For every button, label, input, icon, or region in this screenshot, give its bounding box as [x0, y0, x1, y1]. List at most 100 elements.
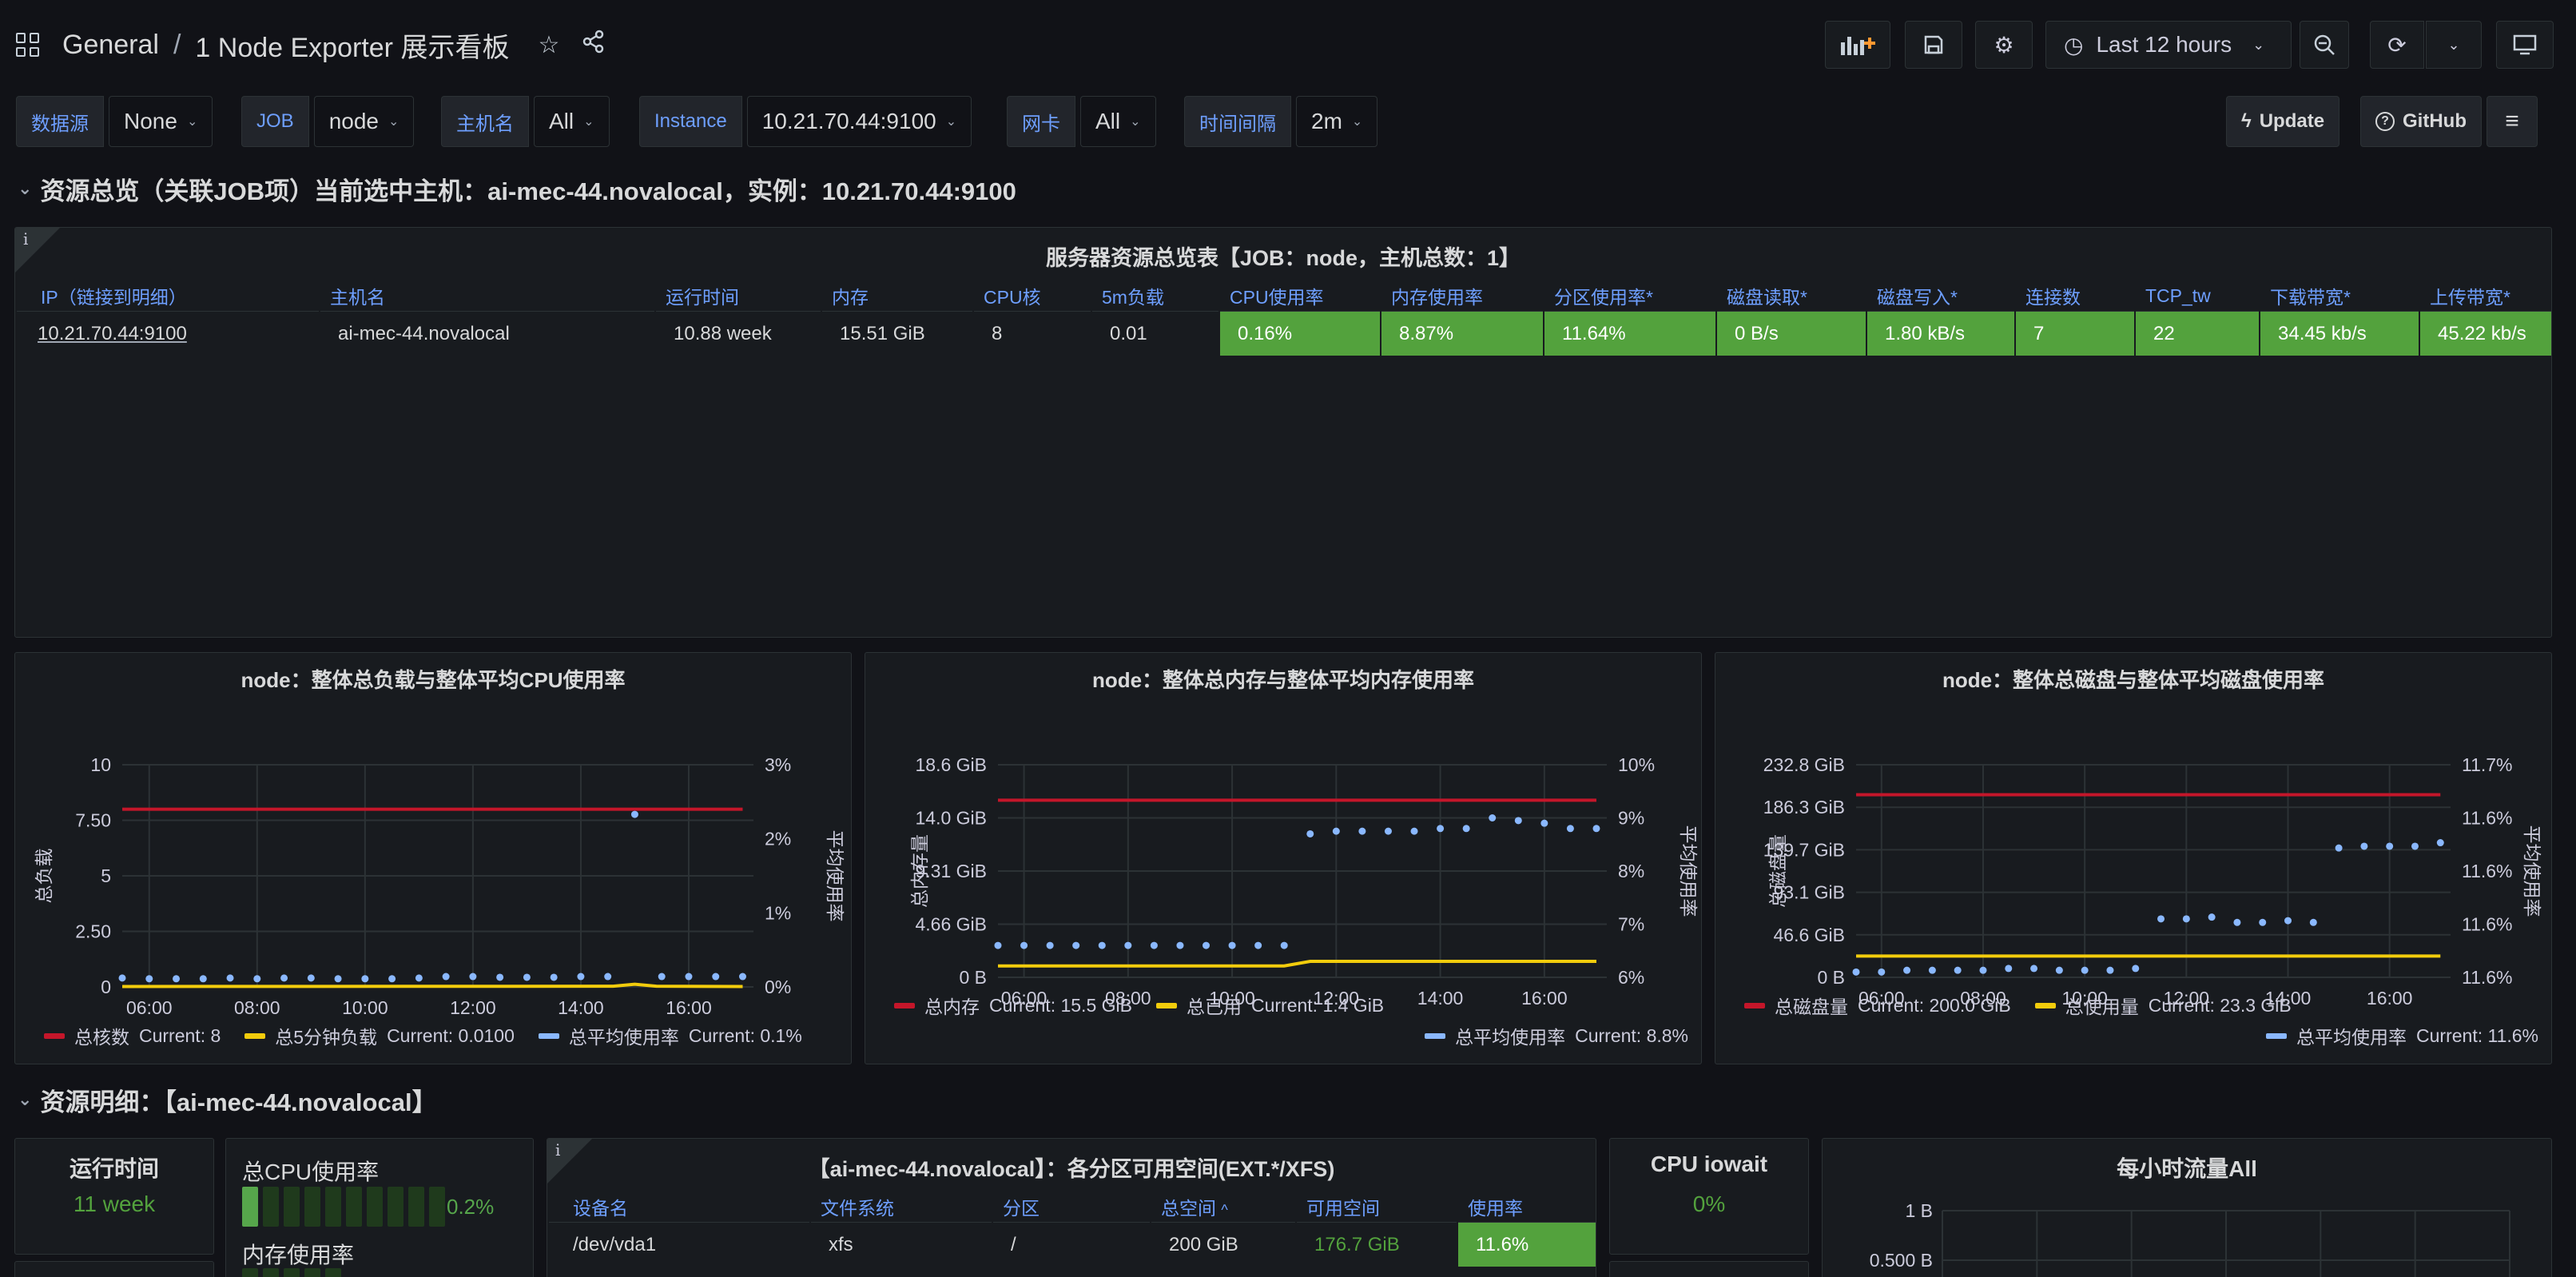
- bolt-icon: ϟ: [2241, 110, 2252, 132]
- row-header-overview[interactable]: ⌄ 资源总览（关联JOB项）当前选中主机：ai-mec-44.novalocal…: [18, 171, 1016, 206]
- column-header[interactable]: 可用空间: [1297, 1191, 1457, 1222]
- column-header[interactable]: 5m负载: [1092, 280, 1218, 311]
- table-cell: 11.6%: [1458, 1222, 1596, 1267]
- series-point: [2259, 918, 2267, 926]
- links-menu-button[interactable]: ≡: [2487, 96, 2538, 147]
- share-icon[interactable]: [582, 30, 606, 60]
- load-cpu-chart[interactable]: 0 2.50 5 7.50 10 0% 1% 2% 3% 06:00 08:00 10:00 12:00…: [15, 685, 852, 1052]
- series-point: [523, 973, 531, 981]
- variable-select[interactable]: None ⌄: [109, 96, 213, 147]
- load-cpu-chart-panel: node：整体总负载与整体平均CPU使用率 0 2.50 5 7.50 10 0% 1% 2%…: [14, 652, 852, 1064]
- save-dashboard-button[interactable]: [1905, 21, 1962, 69]
- column-header[interactable]: 磁盘读取*: [1717, 280, 1866, 311]
- column-header[interactable]: 连接数: [2016, 280, 2134, 311]
- dashboard-title[interactable]: 1 Node Exporter 展示看板: [195, 26, 509, 65]
- y-right-tick-label: 11.6%: [2462, 914, 2513, 935]
- legend-item[interactable]: 总内存 Current: 15.5 GiB: [894, 992, 1132, 1019]
- gauge-segment: [304, 1187, 320, 1227]
- series-point: [118, 974, 126, 982]
- variable-instance: Instance 10.21.70.44:9100 ⌄: [639, 96, 972, 147]
- y-right-tick-label: 3%: [765, 754, 791, 775]
- add-panel-button[interactable]: [1825, 21, 1890, 69]
- column-header[interactable]: 上传带宽*: [2420, 280, 2551, 311]
- variable-select[interactable]: node ⌄: [313, 96, 415, 147]
- column-header[interactable]: 主机名: [320, 280, 654, 311]
- table-cell: 22: [2136, 311, 2259, 356]
- column-header[interactable]: 文件系统: [811, 1191, 992, 1222]
- series-point: [2106, 966, 2114, 974]
- variable-select[interactable]: All ⌄: [534, 96, 610, 147]
- legend-item[interactable]: 总磁盘量 Current: 200.0 GiB: [1744, 992, 2011, 1019]
- column-header[interactable]: 内存使用率: [1381, 280, 1543, 311]
- variable-interval: 时间间隔 2m ⌄: [1184, 96, 1378, 147]
- chevron-down-icon: ⌄: [388, 115, 400, 129]
- legend-item[interactable]: 总5分钟负载 Current: 0.0100: [244, 1022, 515, 1049]
- column-header[interactable]: CPU使用率: [1220, 280, 1380, 311]
- host-detail-link[interactable]: 10.21.70.44:9100: [17, 311, 319, 356]
- help-circle-icon: ?: [2375, 112, 2395, 131]
- column-header[interactable]: IP（链接到明细）: [17, 280, 319, 311]
- table-cell: 8: [974, 311, 1091, 356]
- star-icon[interactable]: ☆: [538, 31, 559, 59]
- column-header[interactable]: CPU核: [974, 280, 1091, 311]
- breadcrumb-folder[interactable]: General: [62, 30, 159, 61]
- settings-button[interactable]: ⚙: [1975, 21, 2033, 69]
- chevron-down-icon: ⌄: [18, 178, 33, 198]
- series-point: [388, 975, 396, 983]
- row-header-detail[interactable]: ⌄ 资源明细：【ai-mec-44.novalocal】: [18, 1082, 437, 1117]
- series-point: [1306, 829, 1314, 837]
- memory-chart[interactable]: 0 B4.66 GiB9.31 GiB14.0 GiB18.6 GiB6%7%8…: [865, 685, 1702, 1020]
- column-header[interactable]: 总空间 ^: [1151, 1191, 1295, 1222]
- column-header[interactable]: 下载带宽*: [2260, 280, 2419, 311]
- chevron-down-icon: ⌄: [18, 1089, 33, 1109]
- series-point: [334, 975, 342, 983]
- legend-item[interactable]: 总平均使用率 Current: 0.1%: [538, 1022, 802, 1049]
- bar-chart-add-icon: [1841, 37, 1875, 55]
- tv-mode-button[interactable]: [2496, 21, 2554, 69]
- variable-label: JOB: [241, 96, 309, 147]
- variable-select[interactable]: 2m ⌄: [1296, 96, 1378, 147]
- y-tick-label: 0 B: [959, 967, 987, 988]
- legend-item[interactable]: 总核数 Current: 8: [44, 1022, 221, 1049]
- column-header[interactable]: 磁盘写入*: [1867, 280, 2014, 311]
- update-link[interactable]: ϟ Update: [2226, 96, 2340, 147]
- variable-select[interactable]: 10.21.70.44:9100 ⌄: [746, 96, 972, 147]
- series-line-1: [121, 982, 743, 989]
- legend-item[interactable]: 总使用量 Current: 23.3 GiB: [2034, 992, 2292, 1019]
- y-tick-label: 5: [101, 865, 111, 886]
- series-point: [1203, 941, 1210, 949]
- column-header[interactable]: 运行时间: [656, 280, 821, 311]
- chevron-down-icon: ⌄: [186, 115, 198, 129]
- y-axis-label: 总磁盘量: [1767, 834, 1788, 908]
- y-right-tick-label: 11.6%: [2462, 861, 2513, 881]
- hourly-traffic-chart[interactable]: 1 B 0.500 B: [1823, 1195, 2552, 1277]
- column-header[interactable]: 分区使用率*: [1544, 280, 1715, 311]
- legend-item[interactable]: 总已用 Current: 1.4 GiB: [1155, 992, 1384, 1019]
- column-header[interactable]: 内存: [822, 280, 972, 311]
- zoom-out-button[interactable]: [2300, 21, 2349, 69]
- variable-datasource: 数据源 None ⌄: [16, 96, 213, 147]
- y-tick-label: 14.0 GiB: [916, 808, 988, 829]
- top-navbar: General / 1 Node Exporter 展示看板 ☆ ⚙ ◷ Las…: [0, 0, 2576, 90]
- panel-title: 服务器资源总览表【JOB：node，主机总数：1】: [1045, 246, 1521, 270]
- series-point: [2284, 917, 2292, 925]
- variable-select[interactable]: All ⌄: [1080, 96, 1156, 147]
- refresh-interval-dropdown[interactable]: ⌄: [2426, 21, 2482, 69]
- apps-grid-icon[interactable]: [16, 33, 40, 57]
- disk-chart[interactable]: 0 B46.6 GiB93.1 GiB139.7 GiB186.3 GiB232…: [1715, 685, 2552, 1020]
- series-point: [1358, 827, 1366, 835]
- y-tick-label: 10: [90, 754, 111, 775]
- breadcrumb: General / 1 Node Exporter 展示看板 ☆: [16, 26, 606, 65]
- legend-item[interactable]: 总平均使用率 Current: 8.8%: [1425, 1022, 1688, 1049]
- refresh-button[interactable]: ⟳: [2370, 21, 2424, 69]
- legend-item[interactable]: 总平均使用率 Current: 11.6%: [2266, 1022, 2538, 1049]
- column-header[interactable]: 分区: [993, 1191, 1150, 1222]
- column-header[interactable]: TCP_tw: [2136, 280, 2259, 311]
- series-point: [226, 974, 234, 982]
- series-point: [685, 973, 693, 981]
- time-range-picker[interactable]: ◷ Last 12 hours ⌄: [2045, 21, 2292, 69]
- legend-swatch: [538, 1032, 559, 1039]
- github-link[interactable]: ? GitHub: [2360, 96, 2482, 147]
- column-header[interactable]: 使用率: [1458, 1191, 1596, 1222]
- column-header[interactable]: 设备名: [549, 1191, 809, 1222]
